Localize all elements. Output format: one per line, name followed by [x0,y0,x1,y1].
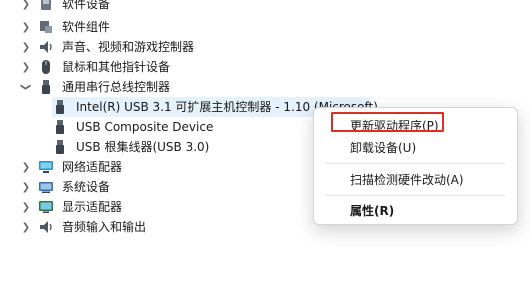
menu-item-uninstall-device[interactable]: 卸载设备(U) [322,135,509,159]
chevron-down-icon[interactable]: ❯ [16,81,36,93]
tree-item-label: 网络适配器 [62,160,123,174]
tree-item-label: 声音、视频和游戏控制器 [62,40,195,54]
chevron-right-icon[interactable]: ❯ [20,37,32,57]
tree-item-usb-composite[interactable]: USB Composite Device [52,117,213,137]
tree-item-label: 鼠标和其他指针设备 [62,60,171,74]
tree-item-software-components[interactable]: ❯ 软件组件 [20,17,110,37]
menu-separator [326,195,505,196]
tree-item-network-adapters[interactable]: ❯ 网络适配器 [20,157,122,177]
tree-item-software-devices[interactable]: ❯ 软件设备 [20,0,110,14]
usb-plug-icon [52,119,68,135]
tree-item-label: USB 根集线器(USB 3.0) [76,140,210,154]
tree-item-usb-root-hub[interactable]: USB 根集线器(USB 3.0) [52,137,209,157]
speaker-icon [38,39,54,55]
tree-item-display-adapters[interactable]: ❯ 显示适配器 [20,197,122,217]
chevron-right-icon[interactable]: ❯ [20,157,32,177]
audio-icon [38,219,54,235]
software-component-icon [38,19,54,35]
tree-item-label: 音频输入和输出 [62,220,147,234]
system-icon [38,179,54,195]
menu-item-properties[interactable]: 属性(R) [322,198,509,222]
tree-item-label: 显示适配器 [62,200,123,214]
tree-item-audio-io[interactable]: ❯ 音频输入和输出 [20,217,146,237]
usb-plug-icon [52,139,68,155]
mouse-icon [38,59,54,75]
tree-item-system-devices[interactable]: ❯ 系统设备 [20,177,110,197]
chevron-right-icon[interactable]: ❯ [20,0,32,14]
tree-item-sound-video-game[interactable]: ❯ 声音、视频和游戏控制器 [20,37,194,57]
tree-item-mice[interactable]: ❯ 鼠标和其他指针设备 [20,57,170,77]
tree-item-label: 通用串行总线控制器 [62,80,171,94]
tree-item-label: 软件设备 [62,0,111,11]
usb-icon [38,79,54,95]
network-icon [38,159,54,175]
tree-item-label: USB Composite Device [76,120,214,134]
chevron-right-icon[interactable]: ❯ [20,177,32,197]
display-icon [38,199,54,215]
menu-item-scan-hardware[interactable]: 扫描检测硬件改动(A) [322,167,509,191]
chevron-right-icon[interactable]: ❯ [20,217,32,237]
chevron-right-icon[interactable]: ❯ [20,197,32,217]
highlight-box [331,112,444,132]
tree-item-label: 系统设备 [62,180,111,194]
menu-separator [326,163,505,164]
chevron-right-icon[interactable]: ❯ [20,17,32,37]
software-device-icon [38,0,54,12]
tree-item-usb-controllers[interactable]: ❯ 通用串行总线控制器 [20,77,170,97]
usb-plug-icon [52,99,68,115]
chevron-right-icon[interactable]: ❯ [20,57,32,77]
tree-item-label: 软件组件 [62,20,111,34]
